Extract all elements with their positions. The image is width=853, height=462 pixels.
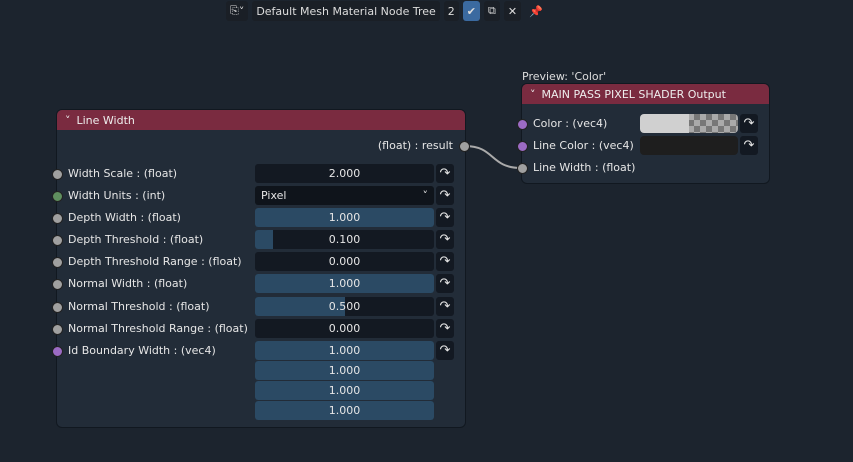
input-label: Color : (vec4)	[533, 117, 608, 130]
input-label: Normal Threshold Range : (float)	[68, 322, 248, 335]
line-color-swatch[interactable]	[640, 136, 738, 155]
input-socket[interactable]	[52, 257, 63, 268]
output-label: (float) : result	[377, 139, 453, 152]
chevron-down-icon: ˅	[422, 189, 429, 202]
line-width-node[interactable]: ˅ Line Width (float) : result Width Scale…	[52, 110, 470, 427]
input-socket[interactable]	[52, 191, 63, 202]
input-label: Depth Threshold : (float)	[68, 233, 204, 246]
value-field[interactable]: 0.100	[255, 230, 434, 249]
field-value: 0.500	[328, 300, 361, 313]
color-swatch[interactable]	[640, 114, 738, 133]
node-header[interactable]: ˅ MAIN PASS PIXEL SHADER Output	[522, 84, 769, 104]
input-socket[interactable]	[52, 279, 63, 290]
input-label: Depth Threshold Range : (float)	[68, 255, 242, 268]
value-field[interactable]: 1.000	[255, 341, 434, 360]
reset-icon[interactable]: ↷	[436, 319, 454, 338]
input-label: Line Width : (float)	[533, 161, 636, 174]
input-socket[interactable]	[517, 141, 528, 152]
node-title: Line Width	[76, 113, 135, 127]
value-fill	[255, 230, 273, 249]
field-value: 0.000	[328, 322, 361, 335]
reset-icon[interactable]: ↷	[436, 230, 454, 249]
input-label: Width Units : (int)	[68, 189, 166, 202]
reset-icon[interactable]: ↷	[436, 164, 454, 183]
value-field[interactable]: 0.500	[255, 297, 434, 316]
preview-label: Preview: 'Color'	[522, 70, 607, 83]
vec4-component-field[interactable]: 1.000	[255, 381, 434, 400]
value-field[interactable]: 1.000	[255, 274, 434, 293]
vec4-component-field[interactable]: 1.000	[255, 361, 434, 380]
input-socket[interactable]	[517, 119, 528, 130]
collapse-icon[interactable]: ˅	[530, 88, 536, 101]
dropdown-value: Pixel	[261, 189, 287, 202]
reset-icon[interactable]: ↷	[740, 114, 758, 133]
input-socket[interactable]	[52, 235, 63, 246]
input-label: Id Boundary Width : (vec4)	[68, 344, 216, 357]
reset-icon[interactable]: ↷	[436, 186, 454, 205]
input-socket[interactable]	[52, 302, 63, 313]
field-value: 1.000	[328, 344, 361, 357]
field-value: 1.000	[328, 404, 361, 417]
input-label: Width Scale : (float)	[68, 167, 178, 180]
field-value: 1.000	[328, 364, 361, 377]
input-label: Depth Width : (float)	[68, 211, 181, 224]
input-socket[interactable]	[52, 324, 63, 335]
input-socket[interactable]	[52, 213, 63, 224]
value-field[interactable]: 2.000	[255, 164, 434, 183]
node-header[interactable]: ˅ Line Width	[57, 110, 465, 130]
output-node[interactable]: ˅ MAIN PASS PIXEL SHADER Output Color : (…	[517, 84, 769, 183]
field-value: 1.000	[328, 277, 361, 290]
output-socket[interactable]	[459, 141, 470, 152]
reset-icon[interactable]: ↷	[436, 208, 454, 227]
field-value: 0.000	[328, 255, 361, 268]
value-field[interactable]: 0.000	[255, 319, 434, 338]
vec4-component-field[interactable]: 1.000	[255, 401, 434, 420]
input-socket[interactable]	[517, 163, 528, 174]
node-title: MAIN PASS PIXEL SHADER Output	[541, 87, 726, 101]
collapse-icon[interactable]: ˅	[65, 114, 71, 127]
field-value: 2.000	[328, 167, 361, 180]
value-field[interactable]: 0.000	[255, 252, 434, 271]
value-field[interactable]: 1.000	[255, 208, 434, 227]
field-value: 0.100	[328, 233, 361, 246]
width-units-dropdown[interactable]: Pixel ˅	[255, 186, 434, 205]
input-socket[interactable]	[52, 346, 63, 357]
input-label: Normal Width : (float)	[68, 277, 188, 290]
field-value: 1.000	[328, 384, 361, 397]
reset-icon[interactable]: ↷	[436, 274, 454, 293]
input-label: Line Color : (vec4)	[533, 139, 634, 152]
input-socket[interactable]	[52, 169, 63, 180]
field-value: 1.000	[328, 211, 361, 224]
reset-icon[interactable]: ↷	[740, 136, 758, 155]
reset-icon[interactable]: ↷	[436, 341, 454, 360]
input-label: Normal Threshold : (float)	[68, 300, 210, 313]
reset-icon[interactable]: ↷	[436, 252, 454, 271]
reset-icon[interactable]: ↷	[436, 297, 454, 316]
